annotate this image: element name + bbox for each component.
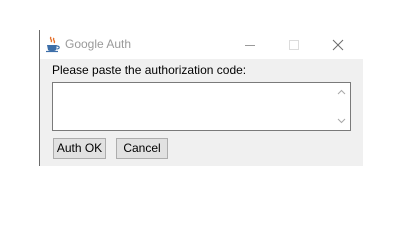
maximize-button[interactable] bbox=[272, 33, 316, 57]
minimize-button[interactable] bbox=[228, 33, 272, 57]
java-app-icon bbox=[44, 36, 61, 53]
minimize-icon bbox=[245, 45, 255, 46]
close-icon bbox=[332, 39, 344, 51]
scroll-up-arrow-icon[interactable] bbox=[337, 89, 346, 95]
auth-ok-button[interactable]: Auth OK bbox=[53, 138, 106, 159]
window-title: Google Auth bbox=[65, 37, 132, 51]
scroll-down-arrow-icon[interactable] bbox=[337, 118, 346, 124]
vertical-scrollbar[interactable] bbox=[333, 83, 350, 130]
close-button[interactable] bbox=[316, 33, 360, 57]
cancel-button[interactable]: Cancel bbox=[116, 138, 168, 159]
maximize-icon bbox=[289, 40, 299, 50]
title-bar[interactable]: Google Auth bbox=[40, 30, 363, 59]
auth-dialog-window: Google Auth Please paste the authorizati… bbox=[39, 30, 363, 166]
prompt-label: Please paste the authorization code: bbox=[52, 63, 247, 77]
auth-code-input[interactable] bbox=[53, 83, 331, 130]
auth-code-field bbox=[52, 82, 351, 131]
